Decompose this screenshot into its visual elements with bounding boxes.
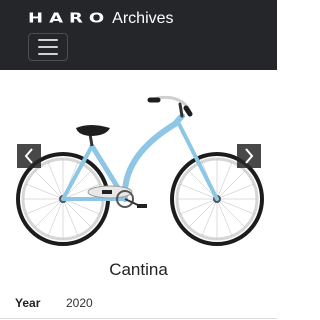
product-image-carousel[interactable] xyxy=(0,78,277,248)
spec-value: 2020 xyxy=(66,296,93,310)
chevron-left-icon xyxy=(24,148,33,164)
site-header: HARO Archives xyxy=(0,0,277,70)
drivetrain xyxy=(87,185,147,208)
hamburger-icon xyxy=(38,39,58,41)
menu-toggle-button[interactable] xyxy=(28,33,68,61)
product-title: Cantina xyxy=(109,260,168,279)
spec-divider xyxy=(0,318,277,319)
chevron-right-icon xyxy=(245,148,254,164)
logo-wordmark: HARO xyxy=(28,11,111,27)
carousel-prev-button[interactable] xyxy=(17,144,41,168)
spec-row-year: Year 2020 xyxy=(15,294,265,314)
logo-subtitle: Archives xyxy=(112,10,174,27)
spec-label: Year xyxy=(15,296,41,310)
hamburger-icon xyxy=(38,53,58,55)
cruiser-bicycle-image xyxy=(16,95,264,246)
haro-archives-logo[interactable]: HARO Archives xyxy=(28,9,174,29)
carousel-next-button[interactable] xyxy=(237,144,261,168)
saddle xyxy=(76,125,110,147)
handlebars xyxy=(147,95,193,118)
hamburger-icon xyxy=(38,46,58,48)
